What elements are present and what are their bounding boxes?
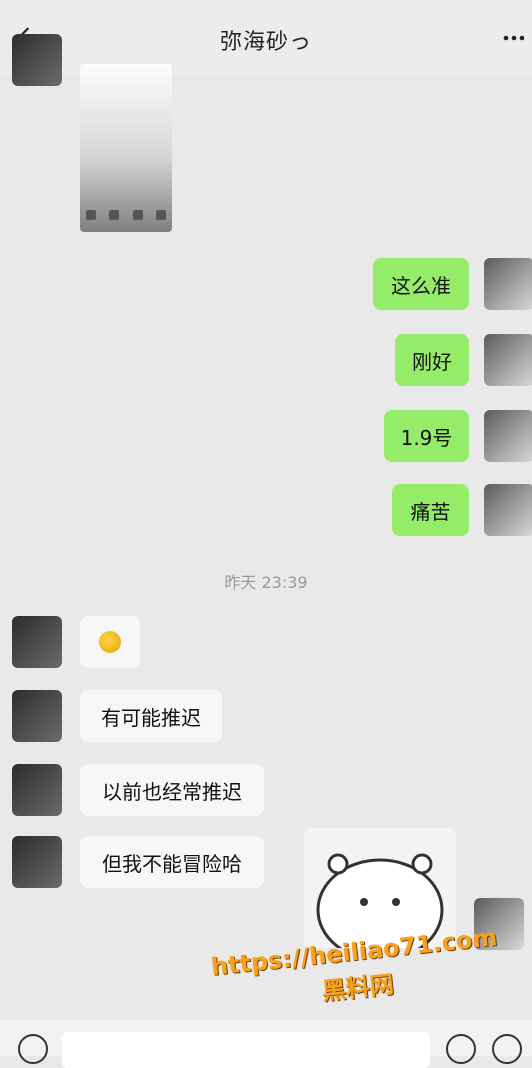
their-message-bubble[interactable]: 但我不能冒险哈 <box>80 836 264 888</box>
message-input[interactable] <box>62 1032 430 1068</box>
voice-input-icon[interactable] <box>18 1034 48 1064</box>
my-avatar[interactable] <box>484 484 532 536</box>
my-message-bubble[interactable]: 痛苦 <box>392 484 469 536</box>
contact-avatar[interactable] <box>12 764 62 816</box>
their-emoji-bubble[interactable] <box>80 616 140 668</box>
chat-header: 弥海砂っ <box>0 0 532 74</box>
my-message-bubble[interactable]: 刚好 <box>395 334 469 386</box>
contact-avatar[interactable] <box>12 616 62 668</box>
my-avatar[interactable] <box>484 410 532 462</box>
my-avatar[interactable] <box>484 334 532 386</box>
emoji-picker-icon[interactable] <box>446 1034 476 1064</box>
contact-avatar[interactable] <box>12 34 62 86</box>
add-attachment-icon[interactable] <box>492 1034 522 1064</box>
their-message-bubble[interactable]: 以前也经常推迟 <box>80 764 264 816</box>
more-options-icon[interactable] <box>502 34 526 42</box>
shared-screenshot-image[interactable] <box>80 64 172 232</box>
input-bar <box>0 1020 532 1068</box>
laughing-emoji-icon <box>99 631 121 653</box>
their-message-bubble[interactable]: 有可能推迟 <box>80 690 222 742</box>
my-avatar[interactable] <box>484 258 532 310</box>
my-message-bubble[interactable]: 这么准 <box>373 258 469 310</box>
chat-title: 弥海砂っ <box>219 30 312 55</box>
message-timestamp: 昨天 23:39 <box>224 573 308 592</box>
image-toolbar <box>86 210 166 222</box>
my-message-bubble[interactable]: 1.9号 <box>384 410 469 462</box>
contact-avatar[interactable] <box>12 836 62 888</box>
contact-avatar[interactable] <box>12 690 62 742</box>
